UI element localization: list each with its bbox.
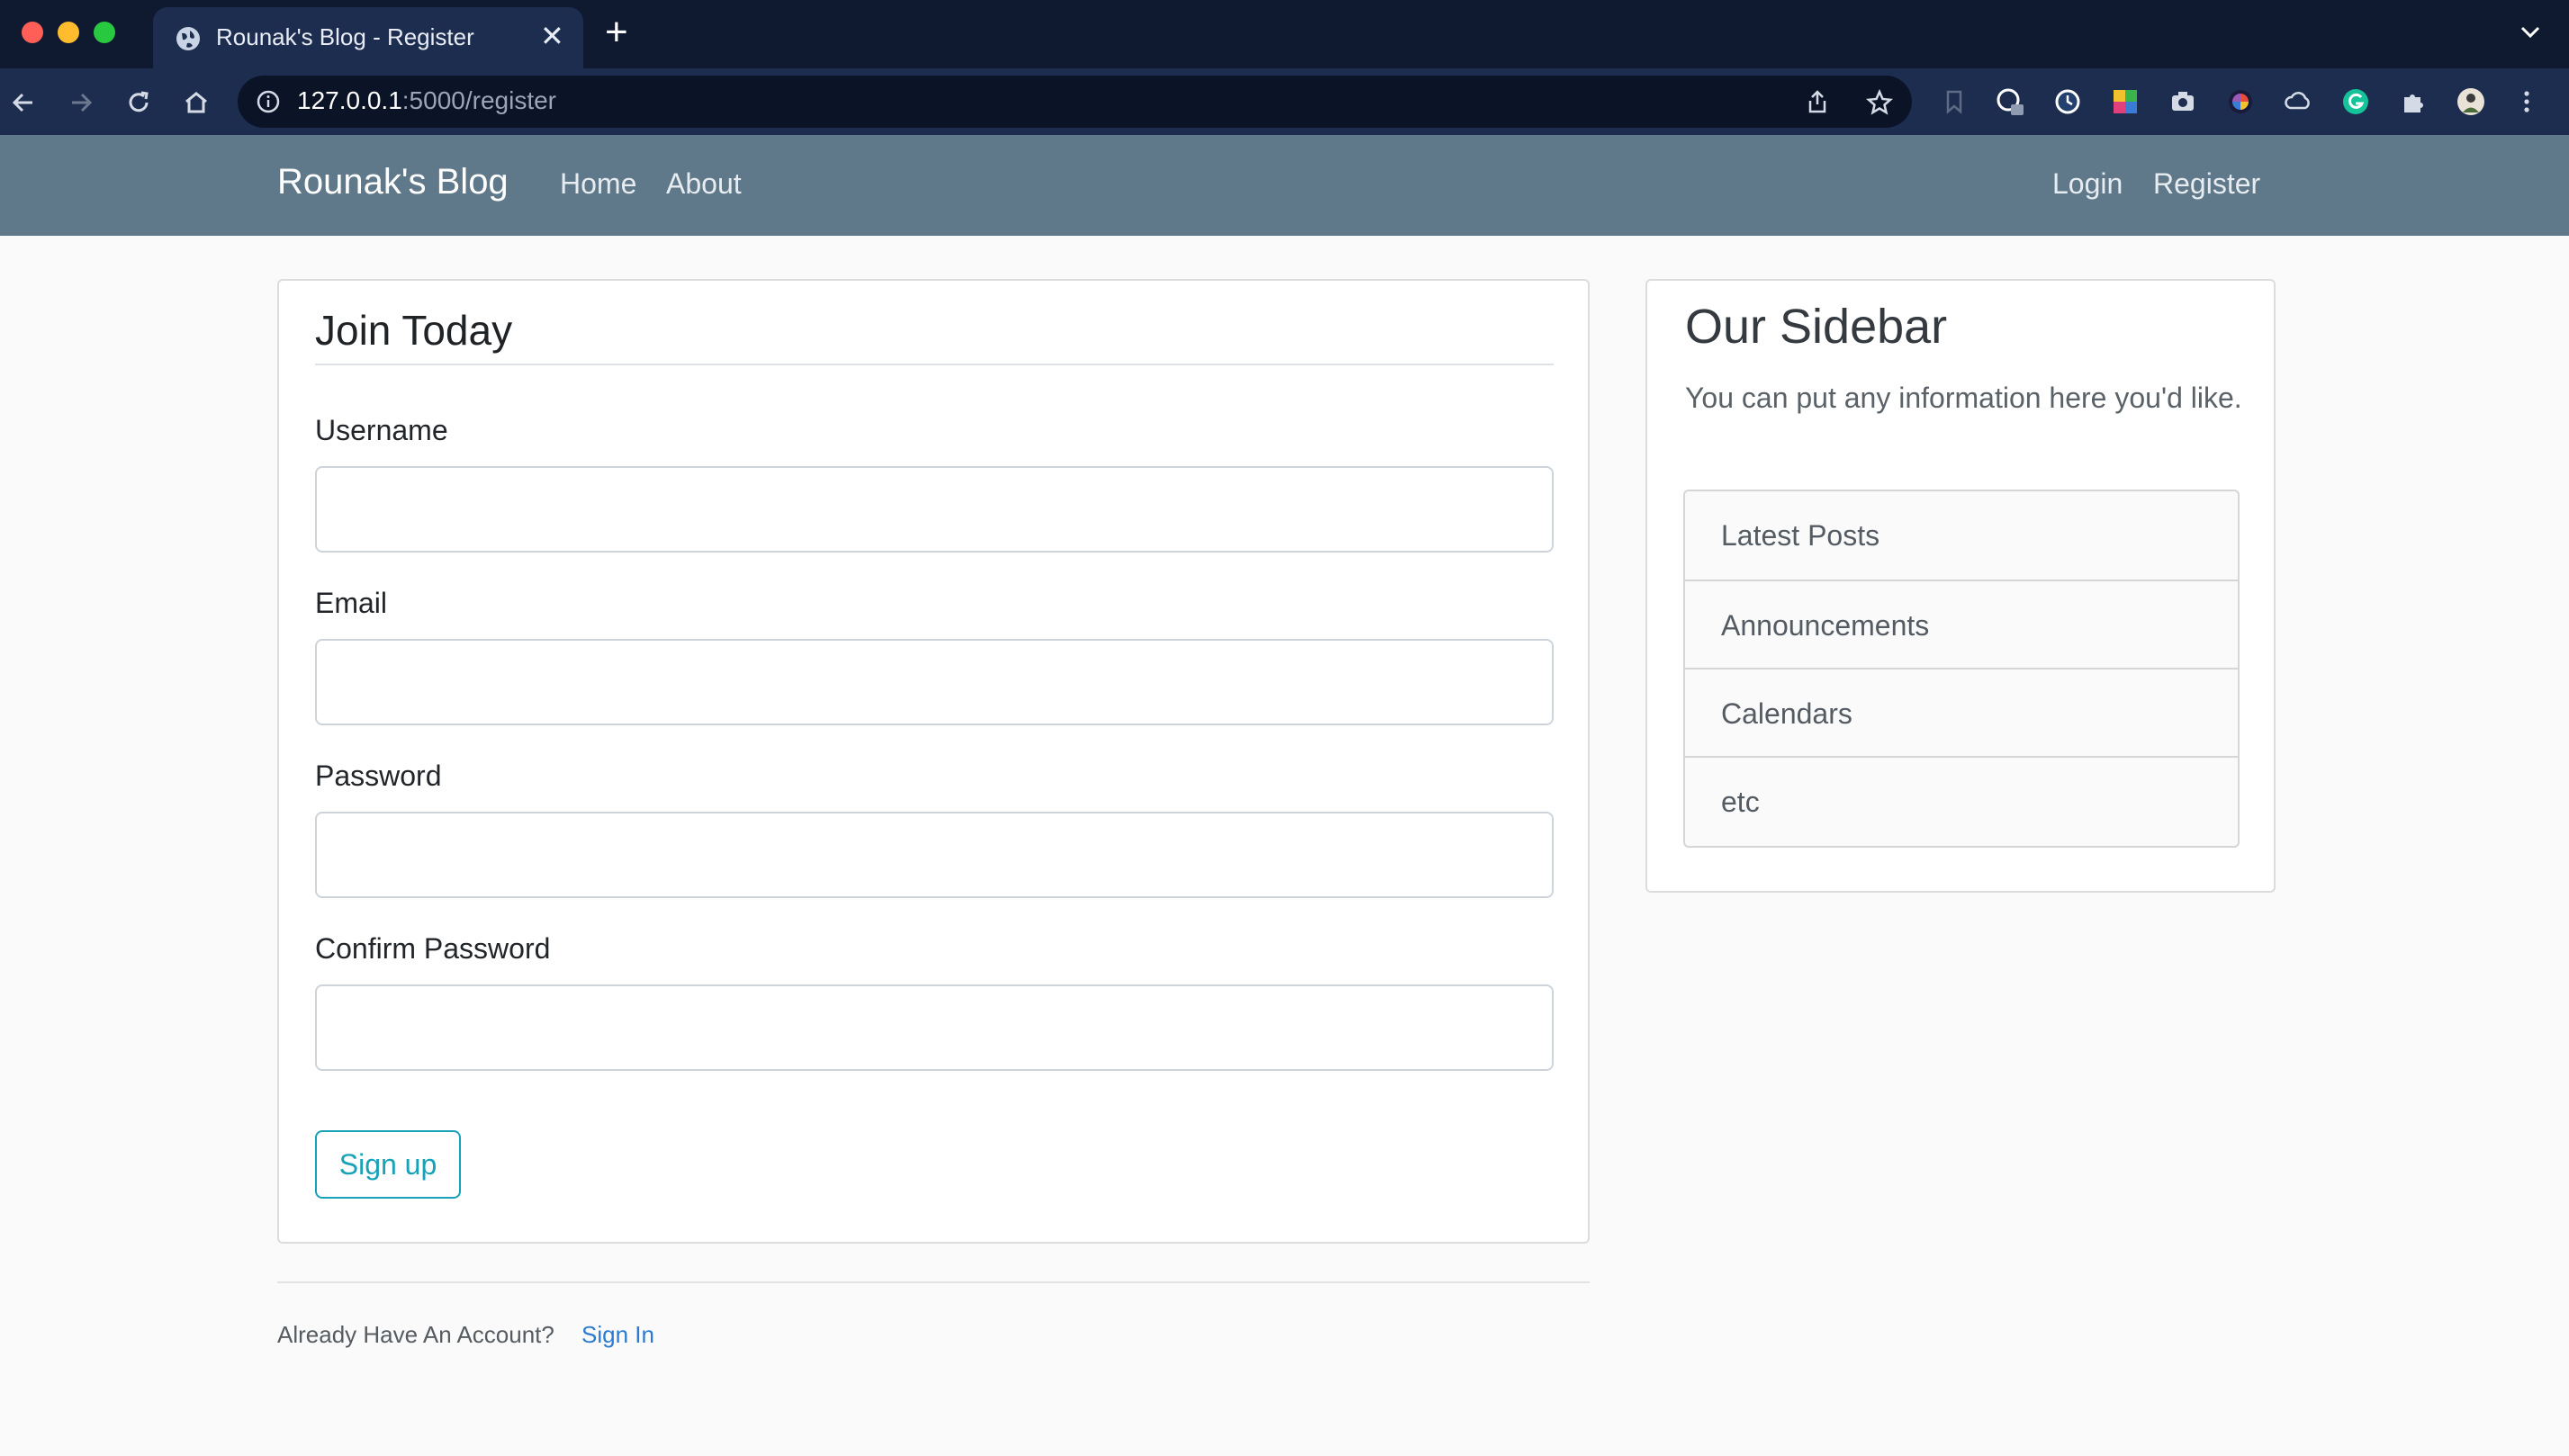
address-bar[interactable]: 127.0.0.1:5000/register	[238, 76, 1912, 128]
maximize-window-button[interactable]	[94, 22, 115, 43]
clock-extension-icon[interactable]	[2052, 86, 2083, 117]
form-legend: Join Today	[315, 306, 1554, 365]
avatar[interactable]	[2456, 86, 2486, 117]
browser-tab[interactable]: Rounak's Blog - Register ✕	[153, 7, 583, 68]
home-icon[interactable]	[180, 86, 212, 119]
sign-in-link[interactable]: Sign In	[581, 1321, 654, 1349]
sidebar-title: Our Sidebar	[1685, 300, 1948, 354]
menu-dots-icon[interactable]	[2511, 86, 2542, 117]
nav-link-home[interactable]: Home	[560, 167, 636, 201]
browser-toolbar: 127.0.0.1:5000/register	[0, 68, 2569, 135]
puzzle-icon[interactable]	[2398, 86, 2429, 117]
close-window-button[interactable]	[22, 22, 43, 43]
sidebar-item-calendars[interactable]: Calendars	[1685, 668, 2238, 756]
site-navbar: Rounak's Blog Home About Login Register	[0, 135, 2569, 236]
color-palette-extension-icon[interactable]	[2110, 86, 2141, 117]
email-input[interactable]	[315, 639, 1554, 725]
browser-tab-bar: Rounak's Blog - Register ✕ +	[0, 0, 2569, 68]
sign-up-button[interactable]: Sign up	[315, 1130, 461, 1199]
site-brand[interactable]: Rounak's Blog	[277, 162, 509, 202]
reload-icon[interactable]	[122, 86, 155, 119]
reading-list-icon[interactable]	[1939, 86, 1970, 117]
sidebar-list: Latest Posts Announcements Calendars etc	[1683, 490, 2240, 848]
url-path: :5000/register	[401, 86, 556, 114]
nav-link-register[interactable]: Register	[2153, 167, 2260, 201]
password-label: Password	[315, 759, 442, 792]
camera-extension-icon[interactable]	[2168, 86, 2198, 117]
url-text[interactable]: 127.0.0.1:5000/register	[297, 86, 556, 115]
chevron-down-icon[interactable]	[2517, 18, 2544, 45]
info-icon[interactable]	[256, 89, 281, 114]
sidebar-description: You can put any information here you'd l…	[1685, 382, 2242, 414]
minimize-window-button[interactable]	[58, 22, 79, 43]
extension-profile-icon[interactable]	[1995, 86, 2025, 117]
username-label: Username	[315, 414, 448, 446]
back-arrow-icon[interactable]	[7, 86, 40, 119]
nav-link-about[interactable]: About	[666, 167, 742, 201]
globe-icon	[176, 27, 200, 50]
email-label: Email	[315, 587, 388, 619]
username-input[interactable]	[315, 466, 1554, 553]
sidebar-item-etc[interactable]: etc	[1685, 756, 2238, 844]
grammarly-icon[interactable]	[2340, 86, 2371, 117]
url-host: 127.0.0.1	[297, 86, 402, 114]
sidebar-item-announcements[interactable]: Announcements	[1685, 580, 2238, 668]
account-prompt: Already Have An Account?	[277, 1321, 554, 1348]
new-tab-button[interactable]: +	[605, 13, 628, 52]
share-icon[interactable]	[1804, 88, 1831, 115]
multicolor-extension-icon[interactable]	[2225, 86, 2256, 117]
tab-title: Rounak's Blog - Register	[216, 23, 474, 50]
sidebar: Our Sidebar You can put any information …	[1645, 279, 2276, 893]
footer-divider	[277, 1281, 1590, 1283]
cloud-extension-icon[interactable]	[2283, 86, 2313, 117]
confirm-password-input[interactable]	[315, 984, 1554, 1071]
register-form-card: Join Today Username Email Password Confi…	[277, 279, 1590, 1244]
forward-arrow-icon[interactable]	[65, 86, 97, 119]
nav-link-login[interactable]: Login	[2052, 167, 2123, 201]
password-input[interactable]	[315, 812, 1554, 898]
tab-close-icon[interactable]: ✕	[540, 20, 564, 52]
sidebar-item-latest-posts[interactable]: Latest Posts	[1685, 491, 2238, 580]
confirm-password-label: Confirm Password	[315, 932, 551, 965]
bookmark-star-icon[interactable]	[1865, 88, 1894, 117]
